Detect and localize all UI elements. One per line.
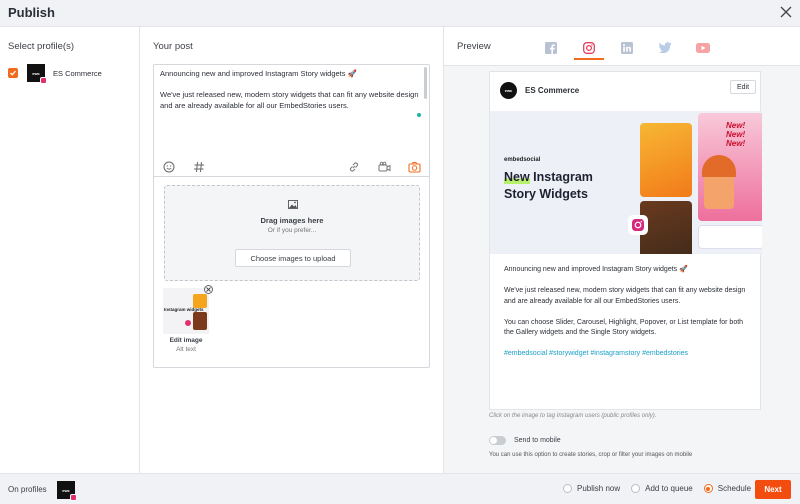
edit-image-link[interactable]: Edit image [163, 337, 209, 344]
preview-panel: Preview ewc ES Commerce Edit embedsocial [444, 27, 800, 473]
publish-now-option[interactable]: Publish now [563, 484, 620, 493]
on-profiles-label: On profiles [8, 485, 47, 494]
hashtag-icon[interactable] [192, 160, 206, 174]
image-icon [288, 200, 298, 211]
media-icon[interactable] [377, 160, 391, 174]
upload-card: Drag images here Or if you prefer... Cho… [153, 176, 430, 368]
send-to-mobile-note: You can use this option to create storie… [489, 452, 693, 458]
caption-line: You can choose Slider, Carousel, Highlig… [504, 318, 744, 337]
next-button[interactable]: Next [755, 480, 791, 499]
add-to-queue-option[interactable]: Add to queue [631, 484, 693, 493]
preview-label: Preview [457, 41, 491, 52]
select-profiles-label: Select profile(s) [8, 41, 74, 52]
post-header: ewc ES Commerce [500, 82, 579, 99]
tab-youtube[interactable] [684, 35, 722, 60]
grammar-status-icon [417, 113, 421, 117]
caption-hashtags[interactable]: #embedsocial #storywidget #instagramstor… [504, 349, 754, 360]
post-text[interactable]: Announcing new and improved Instagram St… [160, 69, 422, 122]
editor-scrollbar[interactable] [424, 67, 427, 99]
post-image[interactable]: embedsocial New Instagram Story Widgets … [490, 111, 762, 254]
tab-facebook[interactable] [532, 35, 570, 60]
network-tabs [532, 35, 722, 60]
preview-area: ewc ES Commerce Edit embedsocial New Ins… [444, 65, 800, 473]
caption-line: We've just released new, modern story wi… [504, 287, 746, 305]
camera-icon[interactable] [407, 160, 421, 174]
tag-users-hint: Click on the image to tag Instagram user… [489, 413, 657, 419]
or-prefer-text: Or if you prefer... [267, 227, 317, 234]
post-text-line: Announcing new and improved Instagram St… [160, 69, 357, 78]
linkedin-icon [621, 41, 633, 54]
tab-twitter[interactable] [646, 35, 684, 60]
thumbnail-image[interactable]: Instagram widgets [163, 288, 209, 334]
image-dropzone[interactable]: Drag images here Or if you prefer... Cho… [164, 185, 420, 281]
emoji-icon[interactable] [162, 160, 176, 174]
send-to-mobile-label: Send to mobile [514, 437, 561, 444]
your-post-label: Your post [153, 41, 193, 52]
caption-line: Announcing new and improved Instagram St… [504, 266, 688, 273]
drag-images-text: Drag images here [260, 216, 324, 225]
tab-instagram[interactable] [570, 35, 608, 60]
radio-button[interactable] [631, 484, 641, 493]
avatar: ewc [27, 64, 47, 84]
post-editor[interactable]: Announcing new and improved Instagram St… [153, 64, 430, 182]
dialog-title: Publish [8, 5, 55, 20]
banner-badge: New! New! New! [726, 121, 746, 148]
close-icon[interactable] [778, 4, 794, 20]
instagram-icon [583, 41, 595, 54]
avatar: ewc [57, 481, 77, 501]
profile-checkbox[interactable] [8, 68, 18, 78]
banner-brand: embedsocial [504, 157, 541, 163]
preview-profile-name: ES Commerce [525, 86, 580, 95]
send-to-mobile-row: Send to mobile [489, 436, 561, 445]
dialog-header: Publish [0, 0, 800, 27]
profiles-panel: Select profile(s) ewc ES Commerce [0, 27, 140, 473]
radio-button[interactable] [703, 484, 713, 493]
instagram-logo-icon [632, 219, 644, 231]
alt-text-link[interactable]: Alt text [163, 346, 209, 353]
avatar-text: ewc [504, 88, 513, 93]
banner-title: New Instagram Story Widgets [504, 170, 593, 201]
avatar-text: ewc [32, 70, 40, 76]
avatar-text: ewc [62, 487, 70, 493]
publish-options: Publish now Add to queue Schedule [563, 484, 762, 493]
send-to-mobile-toggle[interactable] [489, 436, 506, 445]
schedule-option[interactable]: Schedule [703, 484, 751, 493]
instagram-badge-icon [70, 494, 77, 501]
avatar: ewc [500, 82, 517, 99]
edit-button[interactable]: Edit [730, 80, 756, 94]
twitter-icon [658, 42, 671, 53]
radio-button[interactable] [563, 484, 572, 493]
remove-image-icon[interactable] [204, 285, 213, 294]
post-panel: Your post Announcing new and improved In… [140, 27, 444, 473]
post-caption: Announcing new and improved Instagram St… [504, 265, 754, 370]
youtube-icon [696, 42, 710, 53]
profile-item[interactable]: ewc ES Commerce [8, 64, 102, 84]
profile-name: ES Commerce [53, 68, 102, 78]
dialog-footer: On profiles ewc Publish now Add to queue… [0, 473, 800, 504]
post-text-line: We've just released new, modern story wi… [160, 90, 419, 110]
choose-images-button[interactable]: Choose images to upload [235, 249, 351, 267]
tab-linkedin[interactable] [608, 35, 646, 60]
uploaded-image-thumbnail[interactable]: Instagram widgets Edit image Alt text [163, 285, 213, 356]
instagram-post-preview: ewc ES Commerce Edit embedsocial New Ins… [489, 71, 762, 410]
link-icon[interactable] [347, 160, 361, 174]
instagram-badge-icon [40, 77, 47, 84]
facebook-icon [545, 41, 557, 54]
